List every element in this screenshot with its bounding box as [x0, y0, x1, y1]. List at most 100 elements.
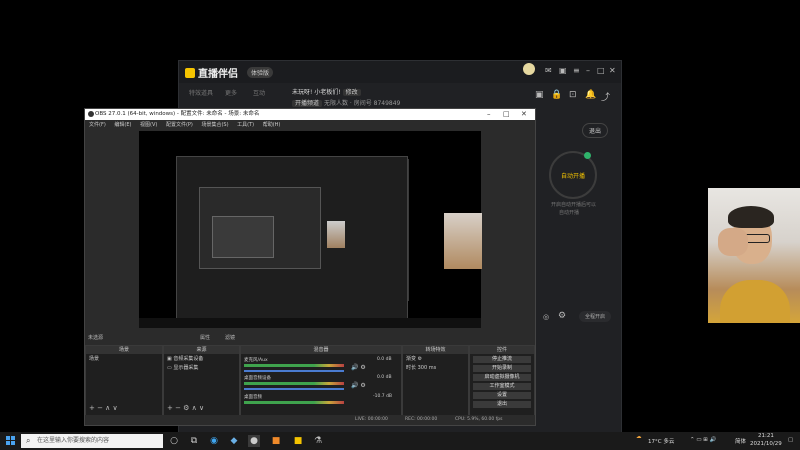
settings-icon[interactable]: ⚙ [558, 311, 566, 321]
notice-icon[interactable]: ▣ [535, 90, 544, 100]
version-badge[interactable]: 体验版 [247, 67, 274, 78]
mixer-header: 混音器 [241, 346, 401, 354]
sources-dock: 来源 ▣ 音频采集设备 ▭ 显示器采集 + − ⚙ ∧ ∨ [163, 345, 240, 417]
transitions-dock: 转场特效 渐变 ⚙ 时长 300 ms [402, 345, 469, 417]
taskbar-search[interactable]: ⌕ 在这里输入你要搜索的内容 [21, 434, 163, 448]
status-dot [584, 152, 591, 159]
mute-speaker-icon-2[interactable]: 🔊 ⚙ [351, 382, 366, 389]
obs-minimize-button[interactable]: – [487, 109, 491, 120]
webcam-view [708, 188, 800, 323]
webcam-hair [728, 206, 774, 228]
scene-add-icon[interactable]: + − ∧ ∨ [89, 404, 118, 412]
mixer-desktop-slider[interactable] [244, 388, 344, 390]
controls-dock: 控件 停止推流 开始录制 启动虚拟摄像机 工作室模式 设置 退出 [469, 345, 535, 417]
menu-help[interactable]: 帮助(H) [263, 122, 281, 128]
stream-title: 未玩呀! 小老板们! 修改 [292, 87, 361, 96]
room-label: 房间号 [353, 100, 372, 107]
menu-scene-collection[interactable]: 场景集合(S) [201, 122, 228, 128]
preview-webcam [444, 213, 482, 269]
sub-tag: 无限人数 [323, 100, 348, 107]
logo-icon [185, 67, 195, 78]
edge-icon[interactable]: ◉ [208, 435, 220, 447]
clock-date[interactable]: 2021/10/29 [750, 441, 782, 447]
source-toolbar: 未选源 属性 滤镜 [85, 332, 535, 343]
mixer-mic-slider[interactable] [244, 370, 344, 372]
ime-indicator[interactable]: 简体 [735, 437, 746, 445]
obs-window: OBS 27.0.1 (64-bit, windows) - 配置文件: 未命名… [84, 108, 536, 426]
app-orange-icon[interactable]: ■ [270, 435, 282, 447]
nav-tab-interact[interactable]: 互动 [253, 88, 265, 97]
menu-view[interactable]: 视图(V) [140, 122, 157, 128]
task-view-icon[interactable]: ○ [168, 435, 180, 447]
auto-start-button[interactable]: 自动开播 [549, 151, 597, 199]
obs-statusbar: LIVE: 00:00:00 REC: 00:00:00 CPU: 5.9%, … [85, 415, 535, 424]
mute-speaker-icon[interactable]: 🔊 ⚙ [351, 364, 366, 371]
rec-status: REC: 00:00:00 [405, 417, 438, 422]
exit-button[interactable]: 退出 [582, 123, 609, 138]
weather-text[interactable]: 17°C 多云 [648, 437, 674, 445]
source-add-icon[interactable]: + − ⚙ ∧ ∨ [167, 404, 204, 412]
notification-icon[interactable]: ▢ [788, 437, 793, 443]
live-assistant-taskbar-icon[interactable]: ■ [292, 435, 304, 447]
scenes-header: 场景 [86, 346, 162, 354]
avatar[interactable] [523, 63, 535, 77]
source-item-display[interactable]: ▭ 显示器采集 [164, 363, 239, 372]
menu-edit[interactable]: 编辑(E) [114, 122, 131, 128]
scene-item[interactable]: 场景 [86, 354, 162, 363]
nav-tab-effects[interactable]: 特效道具 [189, 88, 213, 97]
menu-file[interactable]: 文件(F) [89, 122, 106, 128]
full-open-button[interactable]: 全程开启 [579, 311, 612, 322]
obs-maximize-button[interactable]: □ [503, 109, 510, 120]
weather-icon[interactable]: ☁ [636, 434, 642, 440]
edit-title-button[interactable]: 修改 [342, 89, 361, 96]
transition-duration[interactable]: 时长 300 ms [403, 363, 468, 372]
bell-icon[interactable]: 🔔 [585, 90, 596, 100]
scenes-dock: 场景 场景 + − ∧ ∨ [85, 345, 163, 417]
category-tag[interactable]: 开播频道 [292, 100, 323, 107]
mixer-desktop2-db: -10.7 dB [373, 394, 393, 399]
lock-icon[interactable]: 🔒 [551, 90, 562, 100]
transition-type[interactable]: 渐变 ⚙ [403, 354, 468, 363]
properties-button[interactable]: 属性 [200, 334, 210, 341]
gift-icon[interactable]: ▣ [559, 66, 567, 75]
menu-icon[interactable]: ≡ [573, 66, 580, 75]
webcam-hand [718, 228, 748, 256]
preview-taskbar [139, 318, 481, 328]
share-icon[interactable]: ⤴ [601, 90, 610, 103]
taskbar: ⌕ 在这里输入你要搜索的内容 ○ ⧉ ◉ ◆ ● ■ ■ ⚗ ☁ 17°C 多云… [0, 432, 800, 450]
maximize-button[interactable]: □ [597, 66, 605, 75]
obs-preview[interactable] [139, 131, 482, 328]
message-icon[interactable]: ✉ [545, 66, 552, 75]
virtual-camera-button[interactable]: 启动虚拟摄像机 [473, 374, 531, 381]
settings-button[interactable]: 设置 [473, 392, 531, 399]
nav-tab-more[interactable]: 更多 [225, 88, 237, 97]
menu-profile[interactable]: 配置文件(P) [166, 122, 193, 128]
tray-icons[interactable]: ⌃ ▭ ⊞ 🔊 [690, 437, 717, 443]
assistant-titlebar: 直播伴侣 体验版 ✉ ▣ ≡ – □ ✕ [179, 61, 621, 83]
mixer-mic-meter [244, 364, 344, 367]
studio-mode-button[interactable]: 工作室模式 [473, 383, 531, 390]
share-screen-icon[interactable]: ⊡ [569, 90, 577, 100]
menu-tools[interactable]: 工具(T) [237, 122, 254, 128]
clock-time[interactable]: 21:21 [758, 433, 774, 439]
start-record-button[interactable]: 开始录制 [473, 365, 531, 372]
tool-icon[interactable]: ⚗ [312, 435, 324, 447]
minimize-button[interactable]: – [586, 66, 590, 75]
obs-logo-icon [88, 111, 94, 117]
steam-icon[interactable]: ◆ [228, 435, 240, 447]
exit-obs-button[interactable]: 退出 [473, 401, 531, 408]
windows-start-icon[interactable] [6, 436, 16, 446]
close-button[interactable]: ✕ [609, 66, 616, 75]
obs-close-button[interactable]: ✕ [521, 109, 527, 120]
task-switch-icon[interactable]: ⧉ [188, 435, 200, 447]
obs-title: OBS 27.0.1 (64-bit, windows) - 配置文件: 未命名… [95, 111, 260, 117]
source-item-audio[interactable]: ▣ 音频采集设备 [164, 354, 239, 363]
mixer-channel-mic: 麦克风/Aux [244, 358, 268, 363]
controls-header: 控件 [470, 346, 534, 354]
filters-button[interactable]: 滤镜 [225, 334, 235, 341]
mixer-desktop-db: 0.0 dB [377, 375, 392, 380]
auto-note-2: 自动开播 [559, 210, 580, 216]
stop-stream-button[interactable]: 停止推流 [473, 356, 531, 363]
obs-taskbar-icon[interactable]: ● [248, 435, 260, 447]
camera-icon[interactable]: ◎ [543, 313, 549, 321]
